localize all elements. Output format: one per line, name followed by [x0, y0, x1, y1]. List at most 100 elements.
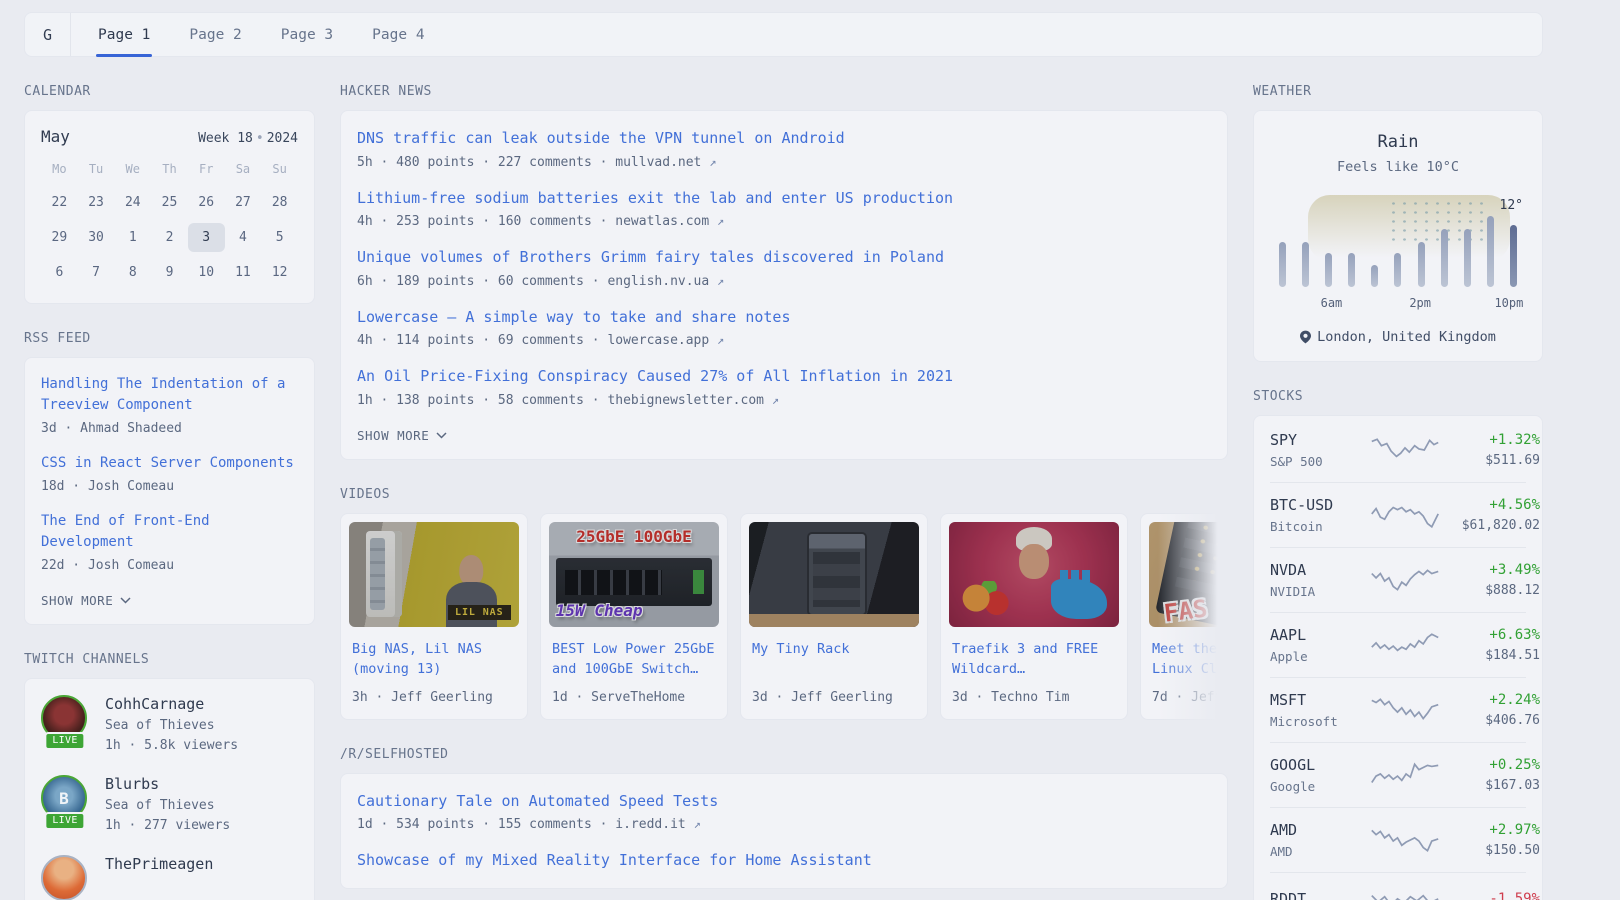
stock-change: +2.24% [1440, 692, 1540, 708]
twitch-channel-info: ThePrimeagen [105, 855, 213, 873]
calendar-day: 22 [41, 188, 78, 217]
stock-row[interactable]: SPYS&P 500+1.32%$511.69 [1270, 418, 1526, 482]
stock-change: +0.25% [1440, 757, 1540, 773]
selfhosted-section-title: /R/SELFHOSTED [340, 747, 1228, 762]
feed-item-title[interactable]: Handling The Indentation of a Treeview C… [41, 374, 298, 416]
twitch-channel-name[interactable]: CohhCarnage [105, 695, 238, 713]
stock-change: -1.59% [1440, 891, 1540, 900]
list-item: Showcase of my Mixed Reality Interface f… [357, 849, 1211, 872]
feed-item-title[interactable]: Showcase of my Mixed Reality Interface f… [357, 849, 1211, 872]
app-logo[interactable]: G [25, 13, 71, 56]
calendar-day: 1 [114, 223, 151, 252]
time-label: 6am [1321, 296, 1343, 310]
feed-item-title[interactable]: Lowercase – A simple way to take and sha… [357, 306, 1211, 329]
stock-sparkline [1370, 565, 1440, 595]
video-title[interactable]: My Tiny Rack [752, 639, 916, 681]
weather-location: London, United Kingdom [1270, 329, 1526, 345]
calendar-day: 25 [151, 188, 188, 217]
nav-tab-page-1[interactable]: Page 1 [98, 13, 150, 56]
video-meta: 3d · Techno Tim [952, 690, 1116, 705]
top-nav: G Page 1 Page 2 Page 3 Page 4 [24, 12, 1543, 57]
video-card[interactable]: FAS Meet the nLinux Clus 7d · Jeff Geerlin… [1140, 513, 1228, 720]
stock-price: $888.12 [1440, 583, 1540, 598]
stock-change: +1.32% [1440, 432, 1540, 448]
calendar-week-year: Week 18•2024 [198, 131, 298, 146]
temperature-bar [1302, 242, 1309, 287]
videos-carousel: LIL NASBig NAS, Lil NAS (moving 13)3h · … [340, 513, 1228, 720]
show-more-label: SHOW MORE [41, 593, 113, 608]
list-item: Unique volumes of Brothers Grimm fairy t… [357, 246, 1211, 289]
stock-row[interactable]: GOOGLGoogle+0.25%$167.03 [1270, 742, 1526, 807]
calendar-header: May Week 18•2024 [41, 127, 298, 146]
twitch-channel-row[interactable]: ThePrimeagen [41, 855, 298, 900]
video-title[interactable]: Big NAS, Lil NAS (moving 13) [352, 639, 516, 681]
twitch-channel-row[interactable]: LIVECohhCarnageSea of Thieves1h · 5.8k v… [41, 695, 298, 753]
nav-tabs: Page 1 Page 2 Page 3 Page 4 [71, 13, 425, 56]
feed-item-title[interactable]: Cautionary Tale on Automated Speed Tests [357, 790, 1211, 813]
rss-show-more-button[interactable]: SHOW MORE [41, 593, 298, 608]
stock-sparkline [1370, 825, 1440, 855]
video-card[interactable]: Traefik 3 and FREE Wildcard… 3d · Techno … [940, 513, 1128, 720]
external-link-icon: ↗ [694, 817, 701, 831]
calendar-weekday: Tu [78, 158, 115, 182]
stock-change: +2.97% [1440, 822, 1540, 838]
stock-row[interactable]: MSFTMicrosoft+2.24%$406.76 [1270, 677, 1526, 742]
twitch-channel-name[interactable]: Blurbs [105, 775, 230, 793]
video-card[interactable]: 25GbE 100GbE15W CheapBEST Low Power 25Gb… [540, 513, 728, 720]
weather-section: WEATHER Rain Feels like 10°C 12° 6am2pm1… [1253, 84, 1543, 362]
sparkline-chart [1370, 435, 1440, 465]
hackernews-widget: DNS traffic can leak outside the VPN tun… [340, 110, 1228, 460]
weather-widget: Rain Feels like 10°C 12° 6am2pm10pm Lond… [1253, 110, 1543, 362]
temperature-bar [1348, 253, 1355, 287]
feed-item-meta: 18d · Josh Comeau [41, 479, 298, 494]
stock-row[interactable]: BTC-USDBitcoin+4.56%$61,820.02 [1270, 482, 1526, 547]
stock-row[interactable]: RDDT-1.59% [1270, 872, 1526, 900]
video-card[interactable]: LIL NASBig NAS, Lil NAS (moving 13)3h · … [340, 513, 528, 720]
video-card[interactable]: My Tiny Rack3d · Jeff Geerling [740, 513, 928, 720]
stock-row[interactable]: AAPLApple+6.63%$184.51 [1270, 612, 1526, 677]
video-thumbnail [749, 522, 919, 627]
sparkline-chart [1370, 825, 1440, 855]
video-thumbnail [949, 522, 1119, 627]
stock-name: Google [1270, 779, 1370, 794]
list-item: An Oil Price-Fixing Conspiracy Caused 27… [357, 365, 1211, 408]
video-thumbnail: FAS [1149, 522, 1228, 627]
stock-row[interactable]: AMDAMD+2.97%$150.50 [1270, 807, 1526, 872]
external-link-icon: ↗ [717, 214, 724, 228]
feed-item-title[interactable]: DNS traffic can leak outside the VPN tun… [357, 127, 1211, 150]
stocks-section: STOCKS SPYS&P 500+1.32%$511.69BTC-USDBit… [1253, 389, 1543, 900]
hackernews-show-more-button[interactable]: SHOW MORE [357, 428, 1211, 443]
chevron-down-icon [436, 432, 447, 439]
video-title[interactable]: BEST Low Power 25GbE and 100GbE Switch… [552, 639, 716, 681]
feed-item-title[interactable]: An Oil Price-Fixing Conspiracy Caused 27… [357, 365, 1211, 388]
feed-item-title[interactable]: Unique volumes of Brothers Grimm fairy t… [357, 246, 1211, 269]
feed-item-title[interactable]: Lithium-free sodium batteries exit the l… [357, 187, 1211, 210]
dot-separator: • [253, 131, 267, 146]
thumbnail-art [809, 534, 865, 614]
twitch-channel-name[interactable]: ThePrimeagen [105, 855, 213, 873]
video-meta: 7d · Jeff Geerling [1152, 690, 1228, 705]
stock-values: -1.59% [1440, 891, 1540, 900]
stock-identity: BTC-USDBitcoin [1270, 496, 1370, 534]
video-title[interactable]: Meet the nLinux Clus [1152, 639, 1228, 681]
calendar-day: 5 [261, 223, 298, 252]
calendar-day: 11 [225, 258, 262, 287]
video-title[interactable]: Traefik 3 and FREE Wildcard… [952, 639, 1116, 681]
nav-tab-page-2[interactable]: Page 2 [189, 13, 241, 56]
left-column: CALENDAR May Week 18•2024 MoTuWeThFrSaSu… [24, 84, 315, 900]
stock-identity: MSFTMicrosoft [1270, 691, 1370, 729]
stock-identity: NVDANVIDIA [1270, 561, 1370, 599]
hackernews-section-title: HACKER NEWS [340, 84, 1228, 99]
twitch-channel-row[interactable]: BLIVEBlurbsSea of Thieves1h · 277 viewer… [41, 775, 298, 833]
stock-name: Apple [1270, 649, 1370, 664]
stock-row[interactable]: NVDANVIDIA+3.49%$888.12 [1270, 547, 1526, 612]
nav-tab-page-4[interactable]: Page 4 [372, 13, 424, 56]
feed-item-title[interactable]: CSS in React Server Components [41, 453, 298, 474]
sparkline-chart [1370, 695, 1440, 725]
feed-item-title[interactable]: The End of Front-End Development [41, 511, 298, 553]
nav-tab-page-3[interactable]: Page 3 [281, 13, 333, 56]
weather-feels-like: Feels like 10°C [1270, 159, 1526, 175]
temperature-bar [1418, 242, 1425, 287]
time-label: 2pm [1409, 296, 1431, 310]
temperature-bar [1487, 216, 1494, 287]
